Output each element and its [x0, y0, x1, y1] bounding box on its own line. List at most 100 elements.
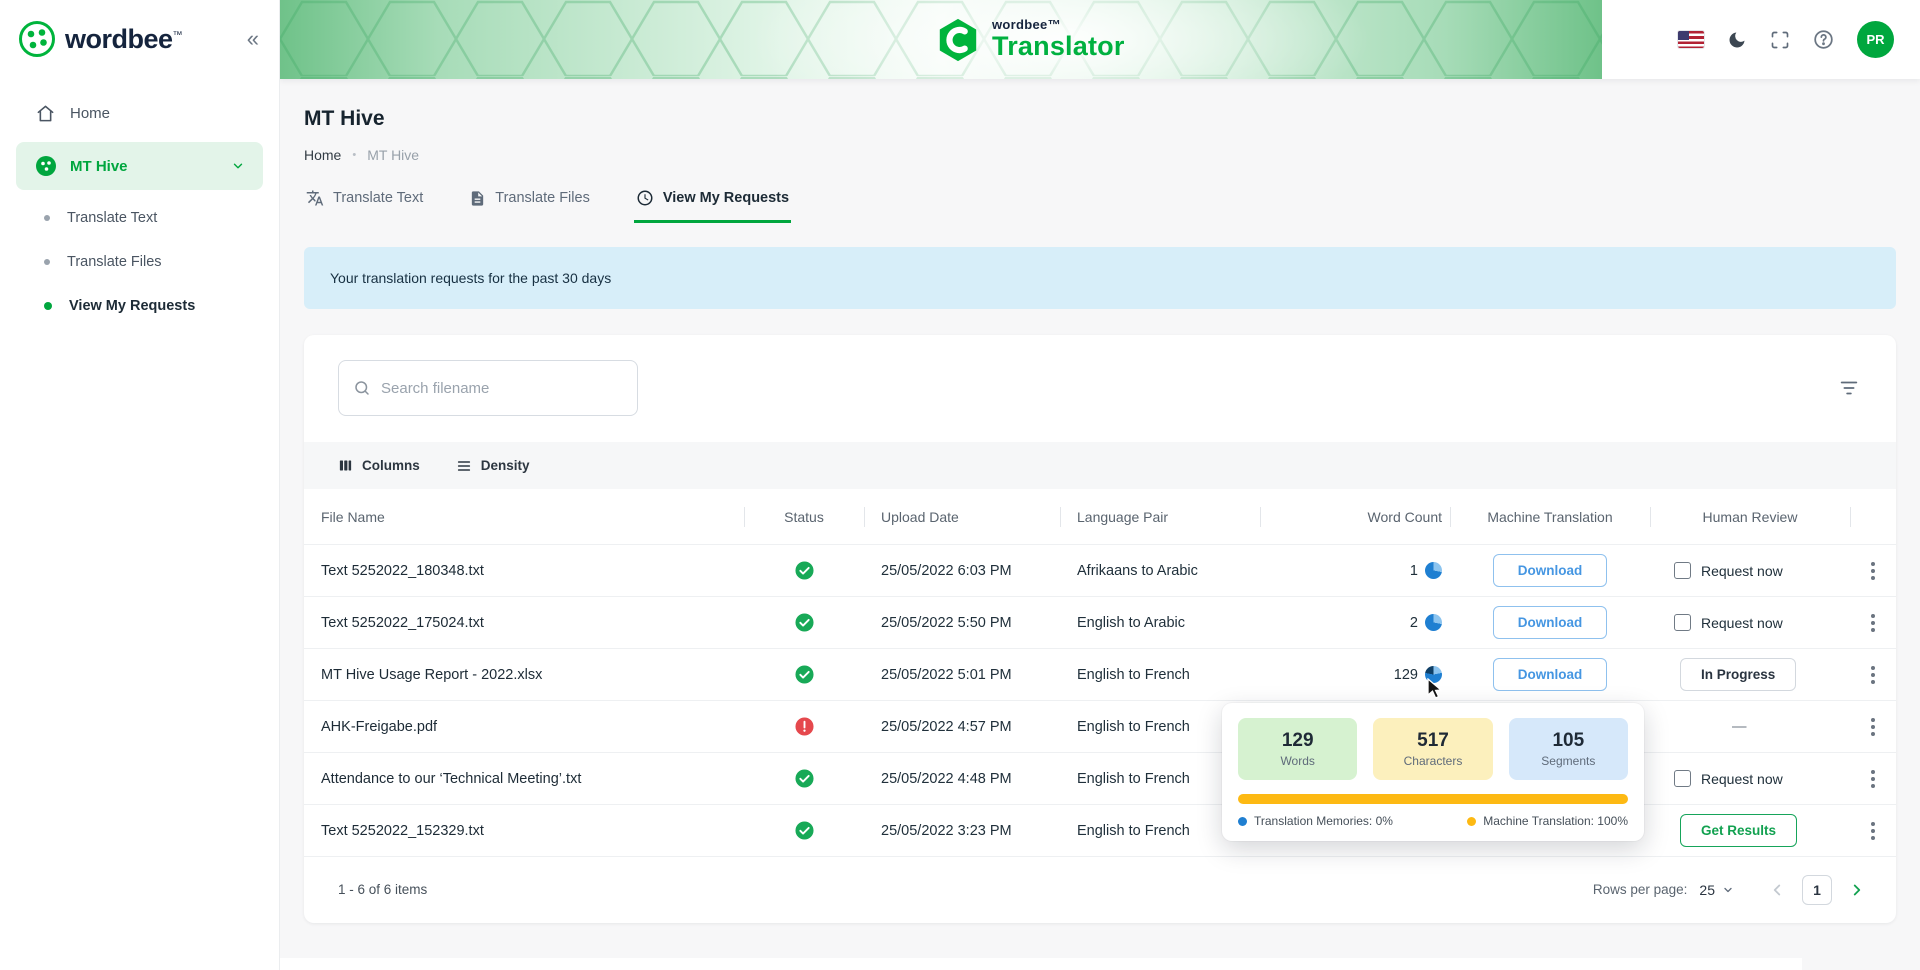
next-page-button[interactable] [1848, 881, 1866, 899]
translate-icon [306, 189, 324, 207]
sidebar: wordbee™ « Home MT Hive [0, 0, 280, 970]
word-stats-pie-icon[interactable] [1425, 562, 1442, 579]
header-banner: wordbee™ Translator [280, 0, 1602, 79]
dark-mode-moon-icon[interactable] [1727, 30, 1747, 50]
file-icon [469, 190, 486, 207]
translation-source-progress-bar [1238, 794, 1628, 804]
language-pair: English to French [1060, 667, 1260, 683]
file-name: Text 5252022_175024.txt [304, 615, 744, 631]
help-icon[interactable] [1813, 29, 1834, 50]
search-icon [353, 379, 371, 397]
wordbee-logo-icon[interactable] [18, 20, 56, 58]
request-now-checkbox[interactable] [1674, 770, 1691, 787]
items-count-summary: 1 - 6 of 6 items [338, 882, 427, 897]
row-menu-kebab-icon[interactable] [1865, 816, 1881, 846]
tab-label: Translate Files [495, 190, 590, 206]
column-header-machine-translation: Machine Translation [1450, 509, 1650, 525]
filter-icon[interactable] [1838, 377, 1860, 399]
column-header-human-review: Human Review [1650, 509, 1850, 525]
rows-per-page-value: 25 [1699, 882, 1715, 898]
word-count: 2 [1410, 615, 1418, 631]
previous-page-button[interactable] [1768, 881, 1786, 899]
tm-dot-icon [1238, 817, 1247, 826]
get-results-button[interactable]: Get Results [1680, 814, 1797, 847]
current-page-button[interactable]: 1 [1802, 875, 1832, 905]
sidebar-item-mt-hive[interactable]: MT Hive [16, 142, 263, 190]
stat-segments: 105 Segments [1509, 718, 1628, 780]
rows-per-page-select[interactable]: 25 [1699, 882, 1734, 898]
sidebar-item-translate-files[interactable]: Translate Files [0, 240, 279, 284]
legend-machine-translation: Machine Translation: 100% [1467, 814, 1628, 828]
density-button[interactable]: Density [456, 458, 530, 474]
columns-button[interactable]: Columns [338, 458, 420, 473]
sidebar-item-translate-text[interactable]: Translate Text [0, 196, 279, 240]
table-row: Text 5252022_175024.txt 25/05/2022 5:50 … [304, 596, 1896, 648]
tab-label: Translate Text [333, 190, 423, 206]
word-stats-pie-icon[interactable] [1425, 614, 1442, 631]
page-title: MT Hive [304, 107, 1896, 131]
wordbee-logo-text: wordbee™ [65, 24, 182, 55]
wordbee-translator-brand: wordbee™ Translator [935, 17, 1125, 63]
status-completed-icon [795, 821, 814, 840]
table-row: MT Hive Usage Report - 2022.xlsx 25/05/2… [304, 648, 1896, 700]
sidebar-collapse-button[interactable]: « [247, 28, 259, 50]
request-now-checkbox[interactable] [1674, 562, 1691, 579]
breadcrumb-current: MT Hive [367, 147, 419, 163]
status-error-icon [795, 717, 814, 736]
status-completed-icon [795, 769, 814, 788]
page-bottom-strip [280, 958, 1802, 970]
bullet-icon [44, 215, 50, 221]
density-label: Density [481, 458, 530, 473]
tab-view-my-requests[interactable]: View My Requests [634, 181, 791, 223]
brand-product: Translator [992, 31, 1125, 62]
upload-date: 25/05/2022 5:01 PM [864, 667, 1060, 683]
table-row: Attendance to our ‘Technical Meeting’.tx… [304, 752, 1896, 804]
column-header-status: Status [744, 509, 864, 525]
table-footer: 1 - 6 of 6 items Rows per page: 25 1 [304, 856, 1896, 922]
row-menu-kebab-icon[interactable] [1865, 608, 1881, 638]
download-button[interactable]: Download [1493, 658, 1607, 691]
brand-name: wordbee™ [992, 17, 1125, 32]
download-button[interactable]: Download [1493, 606, 1607, 639]
sidebar-item-label: MT Hive [70, 158, 128, 175]
row-menu-kebab-icon[interactable] [1865, 660, 1881, 690]
legend-translation-memories: Translation Memories: 0% [1238, 814, 1393, 828]
search-input[interactable] [381, 380, 623, 397]
request-now-checkbox[interactable] [1674, 614, 1691, 631]
breadcrumb-home-link[interactable]: Home [304, 147, 341, 163]
fullscreen-icon[interactable] [1770, 30, 1790, 50]
stat-characters: 517 Characters [1373, 718, 1492, 780]
sidebar-item-label: Translate Files [67, 254, 162, 270]
language-pair: English to Arabic [1060, 615, 1260, 631]
row-menu-kebab-icon[interactable] [1865, 712, 1881, 742]
no-review-dash: — [1732, 719, 1747, 735]
request-now-control[interactable]: Request now [1650, 614, 1850, 631]
bullet-icon [44, 259, 50, 265]
tab-label: View My Requests [663, 190, 789, 206]
in-progress-button[interactable]: In Progress [1680, 658, 1796, 691]
table-row: AHK-Freigabe.pdf 25/05/2022 4:57 PM Engl… [304, 700, 1896, 752]
clock-icon [636, 189, 654, 207]
stat-words: 129 Words [1238, 718, 1357, 780]
tab-translate-text[interactable]: Translate Text [304, 181, 425, 223]
notice-banner: Your translation requests for the past 3… [304, 247, 1896, 309]
sidebar-item-label: Home [70, 105, 110, 122]
word-stats-pie-icon[interactable] [1425, 666, 1442, 683]
download-button[interactable]: Download [1493, 554, 1607, 587]
sidebar-item-view-my-requests[interactable]: View My Requests [0, 284, 279, 328]
table-row: Text 5252022_152329.txt 25/05/2022 3:23 … [304, 804, 1896, 856]
user-avatar[interactable]: PR [1857, 21, 1894, 58]
word-count: 129 [1394, 667, 1418, 683]
request-now-control[interactable]: Request now [1650, 562, 1850, 579]
mt-hive-icon [36, 156, 56, 176]
density-icon [456, 458, 472, 474]
row-menu-kebab-icon[interactable] [1865, 556, 1881, 586]
tab-translate-files[interactable]: Translate Files [467, 181, 592, 223]
tab-bar: Translate Text Translate Files View My R… [304, 181, 1896, 223]
language-pair: Afrikaans to Arabic [1060, 563, 1260, 579]
language-flag-icon[interactable] [1678, 31, 1704, 48]
sidebar-item-home[interactable]: Home [0, 92, 279, 134]
request-now-control[interactable]: Request now [1650, 770, 1850, 787]
file-name: Text 5252022_180348.txt [304, 563, 744, 579]
row-menu-kebab-icon[interactable] [1865, 764, 1881, 794]
